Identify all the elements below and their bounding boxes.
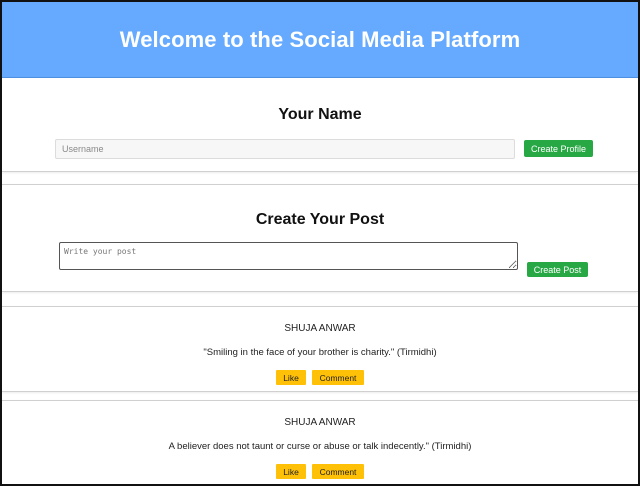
section-spacer bbox=[2, 292, 638, 306]
create-post-button[interactable]: Create Post bbox=[527, 262, 588, 277]
username-input[interactable] bbox=[55, 139, 515, 159]
app-window: Welcome to the Social Media Platform You… bbox=[0, 0, 640, 486]
like-button[interactable]: Like bbox=[276, 370, 306, 385]
post-author: SHUJA ANWAR bbox=[284, 417, 356, 428]
post-content: "Smiling in the face of your brother is … bbox=[203, 347, 437, 358]
create-post-section: Create Your Post Create Post bbox=[2, 184, 638, 292]
page-header: Welcome to the Social Media Platform bbox=[2, 2, 638, 78]
create-post-section-title: Create Your Post bbox=[255, 211, 385, 228]
post-author: SHUJA ANWAR bbox=[284, 323, 356, 334]
profile-section-title: Your Name bbox=[278, 106, 362, 123]
profile-section: Your Name Create Profile bbox=[2, 78, 638, 172]
post-actions: Like Comment bbox=[2, 464, 638, 479]
comment-button[interactable]: Comment bbox=[312, 464, 364, 479]
section-spacer bbox=[2, 172, 638, 184]
post-textarea[interactable] bbox=[59, 242, 518, 270]
post-card: SHUJA ANWAR "Smiling in the face of your… bbox=[2, 306, 638, 392]
like-button[interactable]: Like bbox=[276, 464, 306, 479]
create-profile-button[interactable]: Create Profile bbox=[524, 140, 593, 157]
post-actions: Like Comment bbox=[2, 370, 638, 385]
post-card: SHUJA ANWAR A believer does not taunt or… bbox=[2, 400, 638, 484]
comment-button[interactable]: Comment bbox=[312, 370, 364, 385]
post-content: A believer does not taunt or curse or ab… bbox=[168, 441, 472, 452]
page-title: Welcome to the Social Media Platform bbox=[119, 26, 521, 52]
